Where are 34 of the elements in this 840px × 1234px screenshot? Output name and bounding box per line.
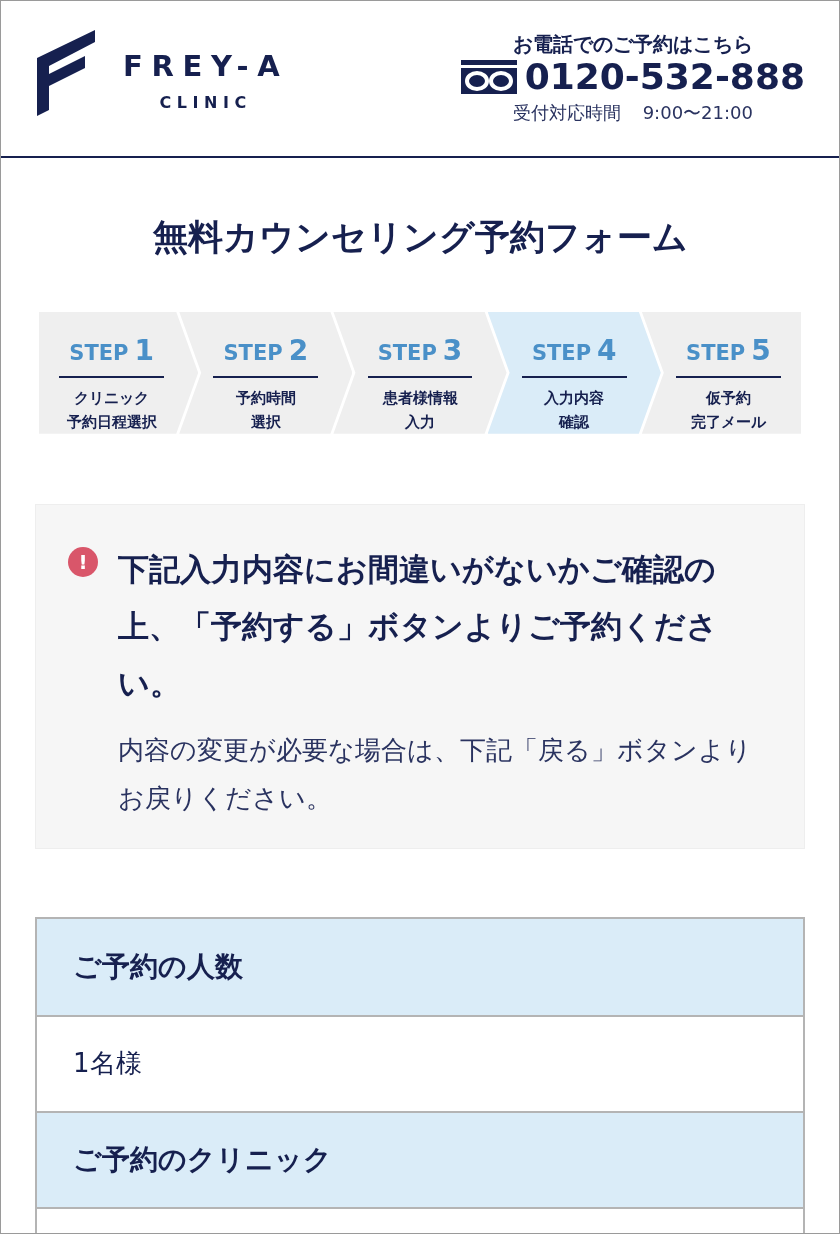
table-header-cell: ご予約のクリニック <box>37 1110 803 1207</box>
phone-number[interactable]: 0120-532-888 <box>524 58 805 95</box>
step-caption: 患者様情報 <box>382 387 458 409</box>
notice-text: 内容の変更が必要な場合は、下記「戻る」ボタンよりお戻りください。 <box>118 733 753 815</box>
step-caption: クリニック <box>74 387 150 409</box>
free-dial-icon <box>460 59 517 94</box>
step-caption: 仮予約 <box>705 387 751 409</box>
step-label: STEP <box>531 339 592 367</box>
hours-value: 9:00〜21:00 <box>642 100 753 125</box>
table-header-cell: ご予約の人数 <box>37 918 803 1015</box>
step-caption: 入力内容 <box>544 387 605 409</box>
page-title: 無料カウンセリング予約フォーム <box>151 216 689 259</box>
phone-caption: お電話でのご予約はこちら <box>512 31 753 57</box>
step-label: STEP <box>377 339 437 367</box>
step-number: 2 <box>288 332 309 369</box>
alert-icon: ! <box>68 546 98 577</box>
step-caption: 予約日程選択 <box>66 411 157 433</box>
logo-icon <box>37 29 97 116</box>
notice-heading: 下記入力内容にお間違いがないかご確認の上、「予約する」ボタンよりご予約ください。 <box>118 549 719 703</box>
step-caption: 予約時間 <box>235 387 296 409</box>
step-label: STEP <box>686 339 746 367</box>
step-number: 3 <box>442 332 463 369</box>
step-caption: 入力 <box>405 411 435 433</box>
step-label: STEP <box>69 339 129 367</box>
logo-subtitle: CLINIC <box>159 95 252 111</box>
step-label: STEP <box>223 339 283 367</box>
hours-label: 受付対応時間 <box>512 100 621 125</box>
logo-name: FREY-A <box>123 52 289 81</box>
step-number: 4 <box>597 332 617 369</box>
step-number: 5 <box>751 332 771 369</box>
step-caption: 選択 <box>250 411 281 433</box>
step-caption: 完了メール <box>690 411 766 433</box>
step-caption: 確認 <box>559 411 590 433</box>
step-number: 1 <box>134 332 154 369</box>
